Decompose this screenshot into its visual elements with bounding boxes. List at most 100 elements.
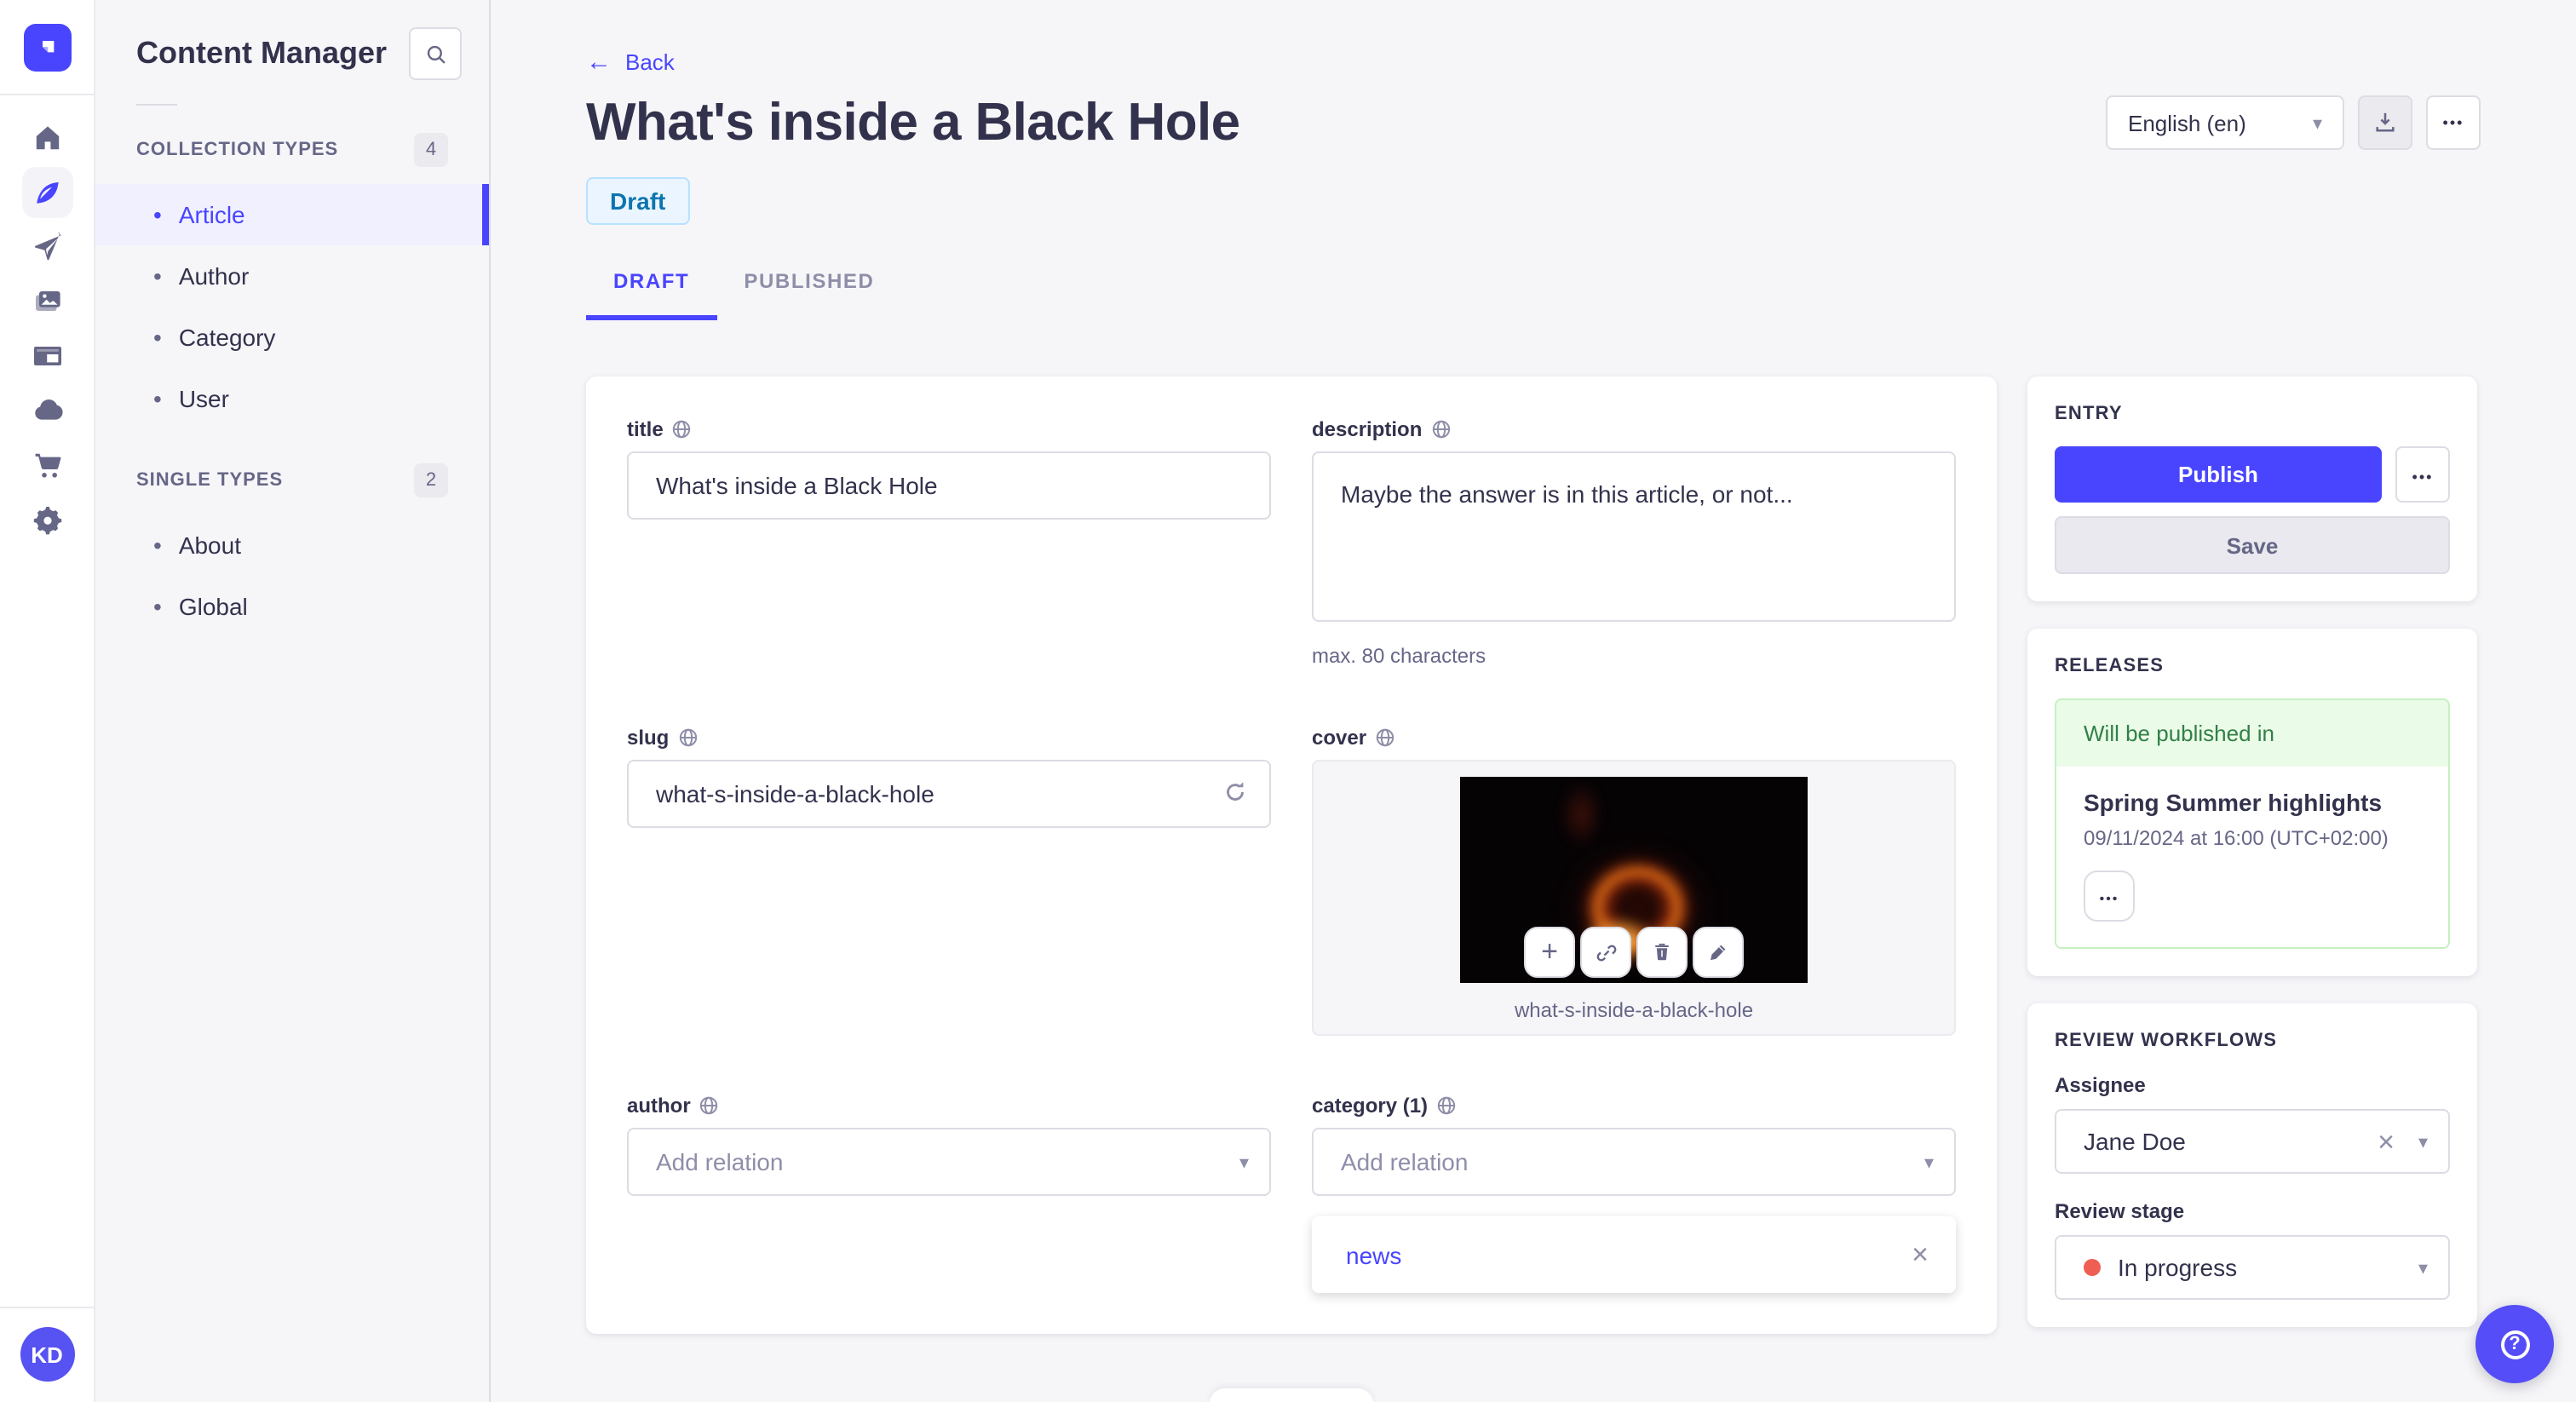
pencil-icon bbox=[1706, 940, 1730, 964]
media-library-icon[interactable] bbox=[21, 276, 72, 327]
slug-input[interactable] bbox=[627, 760, 1271, 828]
rail-user-section: KD bbox=[0, 1307, 95, 1402]
delete-asset-button[interactable] bbox=[1636, 927, 1688, 978]
back-link[interactable]: ← Back bbox=[586, 49, 675, 75]
home-icon[interactable] bbox=[21, 112, 72, 164]
marketplace-cart-icon[interactable] bbox=[21, 440, 72, 491]
help-button[interactable]: ? bbox=[2475, 1305, 2554, 1383]
category-relation-combobox[interactable]: Add relation ▾ bbox=[1312, 1128, 1956, 1196]
sidebar-item-about[interactable]: • About bbox=[95, 514, 489, 576]
back-label: Back bbox=[625, 49, 675, 75]
chevron-down-icon: ▾ bbox=[1239, 1152, 1249, 1173]
more-icon: ••• bbox=[2442, 114, 2464, 131]
remove-relation-icon[interactable]: × bbox=[1912, 1240, 1929, 1269]
sidebar-item-label: About bbox=[178, 531, 241, 559]
globe-icon bbox=[677, 727, 698, 748]
relation-item-news: news × bbox=[1312, 1216, 1956, 1293]
version-tabs: DRAFT PUBLISHED bbox=[586, 256, 2481, 320]
edit-asset-button[interactable] bbox=[1693, 927, 1744, 978]
title-field-label: title bbox=[627, 417, 664, 441]
strapi-logo[interactable] bbox=[0, 0, 95, 95]
sidebar-item-label: Article bbox=[178, 201, 245, 228]
description-field-label: description bbox=[1312, 417, 1423, 441]
release-date: 09/11/2024 at 16:00 (UTC+02:00) bbox=[2084, 826, 2389, 850]
review-workflows-panel: REVIEW WORKFLOWS Assignee Jane Doe × ▾ R… bbox=[2027, 1003, 2477, 1327]
add-asset-button[interactable]: + bbox=[1524, 927, 1575, 978]
bullet-icon: • bbox=[153, 324, 162, 351]
author-placeholder: Add relation bbox=[656, 1148, 784, 1175]
entry-heading: ENTRY bbox=[2055, 404, 2123, 424]
publish-button[interactable]: Publish bbox=[2055, 446, 2382, 503]
tab-published[interactable]: PUBLISHED bbox=[716, 256, 901, 320]
title-input[interactable] bbox=[627, 451, 1271, 520]
tab-draft[interactable]: DRAFT bbox=[586, 256, 717, 320]
entry-more-button[interactable]: ••• bbox=[2395, 446, 2450, 503]
relation-link[interactable]: news bbox=[1346, 1241, 1401, 1268]
rail-icon-list bbox=[21, 112, 72, 545]
strapi-logo-icon bbox=[23, 23, 71, 71]
header-more-button[interactable]: ••• bbox=[2426, 95, 2481, 150]
release-name[interactable]: Spring Summer highlights bbox=[2084, 789, 2421, 816]
sidebar-item-category[interactable]: • Category bbox=[95, 307, 489, 368]
search-button[interactable] bbox=[409, 27, 462, 80]
status-badge: Draft bbox=[586, 177, 690, 225]
locale-select[interactable]: English (en) ▾ bbox=[2106, 95, 2344, 150]
description-helper: max. 80 characters bbox=[1312, 644, 1486, 668]
collection-types-list: • Article • Author • Category • User bbox=[95, 184, 489, 429]
cover-image: + bbox=[1460, 777, 1808, 983]
sidebar-item-article[interactable]: • Article bbox=[95, 184, 489, 245]
release-more-button[interactable]: ••• bbox=[2084, 871, 2135, 922]
more-icon: ••• bbox=[2412, 468, 2434, 486]
copy-link-button[interactable] bbox=[1580, 927, 1631, 978]
back-arrow-icon: ← bbox=[586, 48, 612, 77]
divider bbox=[136, 104, 177, 106]
review-stage-value: In progress bbox=[2118, 1254, 2238, 1281]
trash-icon bbox=[1650, 940, 1674, 964]
releases-heading: RELEASES bbox=[2055, 656, 2165, 676]
edit-form-card: title description Maybe the answe bbox=[586, 376, 1997, 1334]
screen: KD Content Manager COLLECTION TYPES 4 • … bbox=[0, 0, 2576, 1402]
releases-panel: RELEASES Will be published in Spring Sum… bbox=[2027, 629, 2477, 976]
content-type-builder-icon[interactable] bbox=[21, 330, 72, 382]
sidebar-item-label: Author bbox=[178, 262, 250, 290]
category-field-label: category (1) bbox=[1312, 1094, 1429, 1118]
description-field: description Maybe the answer is in this … bbox=[1312, 417, 1956, 668]
link-icon bbox=[1593, 939, 1619, 965]
globe-icon bbox=[1436, 1095, 1457, 1116]
content-manager-feather-icon[interactable] bbox=[21, 167, 72, 218]
cover-filename: what-s-inside-a-black-hole bbox=[1514, 998, 1754, 1022]
release-card: Will be published in Spring Summer highl… bbox=[2055, 698, 2450, 949]
globe-icon bbox=[1375, 727, 1395, 748]
collection-types-label: COLLECTION TYPES bbox=[136, 140, 339, 160]
releases-plane-icon[interactable] bbox=[21, 221, 72, 273]
sidebar-item-user[interactable]: • User bbox=[95, 368, 489, 429]
bullet-icon: • bbox=[153, 531, 162, 559]
clear-assignee-icon[interactable]: × bbox=[2378, 1127, 2395, 1156]
description-input[interactable]: Maybe the answer is in this article, or … bbox=[1312, 451, 1956, 622]
assignee-value: Jane Doe bbox=[2084, 1128, 2186, 1155]
assignee-combobox[interactable]: Jane Doe × ▾ bbox=[2055, 1109, 2450, 1174]
cloud-deploy-icon[interactable] bbox=[21, 385, 72, 436]
sidebar-item-author[interactable]: • Author bbox=[95, 245, 489, 307]
bullet-icon: • bbox=[153, 385, 162, 412]
avatar[interactable]: KD bbox=[20, 1327, 74, 1382]
next-section-peek bbox=[1210, 1388, 1373, 1402]
chevron-down-icon: ▾ bbox=[2418, 1132, 2428, 1152]
review-workflows-heading: REVIEW WORKFLOWS bbox=[2055, 1031, 2278, 1051]
locale-value: English (en) bbox=[2128, 110, 2246, 135]
main-content: ← Back What's inside a Black Hole Englis… bbox=[491, 0, 2576, 1402]
category-placeholder: Add relation bbox=[1341, 1148, 1469, 1175]
author-relation-combobox[interactable]: Add relation ▾ bbox=[627, 1128, 1271, 1196]
plus-icon: + bbox=[1541, 935, 1558, 968]
chevron-down-icon: ▾ bbox=[2312, 113, 2322, 134]
sidebar-item-global[interactable]: • Global bbox=[95, 576, 489, 637]
cover-dropzone[interactable]: + what-s-inside-a-black-hole bbox=[1312, 760, 1956, 1036]
assignee-label: Assignee bbox=[2055, 1073, 2146, 1097]
export-button[interactable] bbox=[2358, 95, 2412, 150]
save-button[interactable]: Save bbox=[2055, 516, 2450, 574]
bullet-icon: • bbox=[153, 262, 162, 290]
regenerate-slug-icon[interactable] bbox=[1220, 777, 1251, 807]
settings-gear-icon[interactable] bbox=[21, 494, 72, 545]
review-stage-combobox[interactable]: In progress ▾ bbox=[2055, 1235, 2450, 1300]
entry-title: What's inside a Black Hole bbox=[586, 92, 1240, 152]
